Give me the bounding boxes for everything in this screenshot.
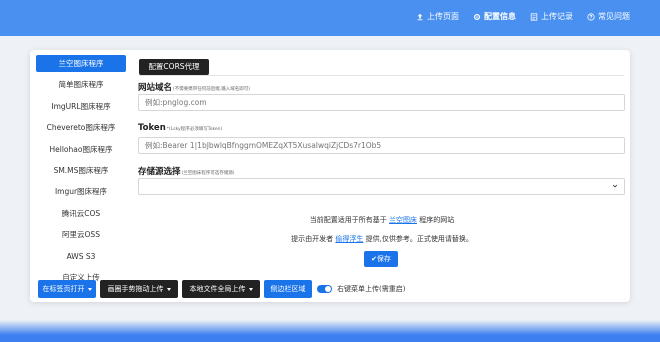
tab-cors-proxy[interactable]: 配置CORS代理 <box>139 59 209 75</box>
context-menu-upload-toggle[interactable] <box>317 285 332 293</box>
gear-icon <box>473 13 481 20</box>
info1-suffix: 程序的网站 <box>419 216 455 224</box>
sidebar-item-easyimage[interactable]: 简单图床程序 <box>36 76 126 93</box>
sidebar-item-smms[interactable]: SM.MS图床程序 <box>36 162 126 179</box>
upload-icon <box>417 13 423 20</box>
sidebar-item-lsky[interactable]: 兰空图床程序 <box>36 55 126 72</box>
storage-hint: (兰空图床程序可选存储源) <box>181 171 235 176</box>
nav-label: 上传记录 <box>541 12 573 21</box>
caret-down-icon <box>248 287 253 291</box>
bottom-toolbar: 在标签页打开 画圈手势拖动上传 本地文件全局上传 侧边栏区域 右键菜单上传(需重… <box>38 280 628 298</box>
nav-label: 常见问题 <box>598 12 630 21</box>
info-provided-by: 提示由开发者 偷得浮生 提供,仅供参考。正式使用请替换。 <box>137 234 627 244</box>
global-upload-label: 本地文件全局上传 <box>189 285 246 293</box>
tab-divider <box>139 75 624 76</box>
sidebar-area-button[interactable]: 侧边栏区域 <box>264 280 312 298</box>
site-domain-input[interactable] <box>138 94 625 111</box>
sidebar-item-hellohao[interactable]: Hellohao图床程序 <box>36 141 126 158</box>
info-applies-to: 当前配置适用于所有基于 兰空图床 程序的网站 <box>137 215 627 225</box>
nav-faq[interactable]: 常见问题 <box>587 11 630 22</box>
gesture-upload-button[interactable]: 画圈手势拖动上传 <box>100 280 178 298</box>
config-panel: 兰空图床程序 简单图床程序 ImgURL图床程序 Chevereto图床程序 H… <box>30 50 630 302</box>
open-in-tab-button[interactable]: 在标签页打开 <box>38 280 96 298</box>
nav-upload-page[interactable]: 上传页面 <box>416 11 459 22</box>
lsky-link[interactable]: 兰空图床 <box>389 216 417 224</box>
caret-down-icon <box>166 287 171 291</box>
info1-prefix: 当前配置适用于所有基于 <box>309 216 387 224</box>
storage-select[interactable] <box>138 178 625 195</box>
nav-label: 配置信息 <box>484 12 516 21</box>
top-header: 上传页面 配置信息 上传记录 常见问题 <box>0 0 660 34</box>
storage-label-text: 存储源选择 <box>138 167 181 177</box>
chevron-down-icon <box>612 184 618 188</box>
list-icon <box>530 12 538 21</box>
info2-suffix: 提供,仅供参考。正式使用请替换。 <box>365 235 473 243</box>
nav-upload-history[interactable]: 上传记录 <box>530 11 573 22</box>
token-input[interactable] <box>138 137 625 154</box>
developer-link[interactable]: 偷得浮生 <box>335 235 363 243</box>
sidebar-item-imgur[interactable]: Imgur图床程序 <box>36 183 126 200</box>
save-button[interactable]: ✔保存 <box>364 251 398 267</box>
sidebar-item-tencent-cos[interactable]: 腾讯云COS <box>36 205 126 222</box>
gesture-upload-label: 画圈手势拖动上传 <box>107 285 164 293</box>
open-in-tab-label: 在标签页打开 <box>42 285 85 293</box>
sidebar-item-aws-s3[interactable]: AWS S3 <box>36 248 126 265</box>
help-icon <box>587 12 595 21</box>
site-domain-label: 网站域名(不需要携带任何前后缀,输入域名即可) <box>138 81 250 93</box>
token-label-text: Token <box>138 123 166 133</box>
token-hint: *(Lsky程序必须填写Token) <box>166 127 223 132</box>
token-label: Token*(Lsky程序必须填写Token) <box>138 123 222 133</box>
storage-label: 存储源选择(兰空图床程序可选存储源) <box>138 165 235 177</box>
sidebar: 兰空图床程序 简单图床程序 ImgURL图床程序 Chevereto图床程序 H… <box>36 55 126 290</box>
sidebar-item-aliyun-oss[interactable]: 阿里云OSS <box>36 226 126 243</box>
caret-down-icon <box>87 287 92 291</box>
info2-prefix: 提示由开发者 <box>291 235 334 243</box>
nav-config-info[interactable]: 配置信息 <box>473 11 516 22</box>
site-domain-hint: (不需要携带任何前后缀,输入域名即可) <box>173 87 250 92</box>
sidebar-item-imgurl[interactable]: ImgURL图床程序 <box>36 98 126 115</box>
sidebar-item-chevereto[interactable]: Chevereto图床程序 <box>36 119 126 136</box>
site-domain-label-text: 网站域名 <box>138 83 173 93</box>
global-upload-button[interactable]: 本地文件全局上传 <box>182 280 260 298</box>
nav-label: 上传页面 <box>427 12 459 21</box>
top-nav: 上传页面 配置信息 上传记录 常见问题 <box>416 11 630 22</box>
context-menu-upload-label: 右键菜单上传(需重启) <box>337 285 406 293</box>
